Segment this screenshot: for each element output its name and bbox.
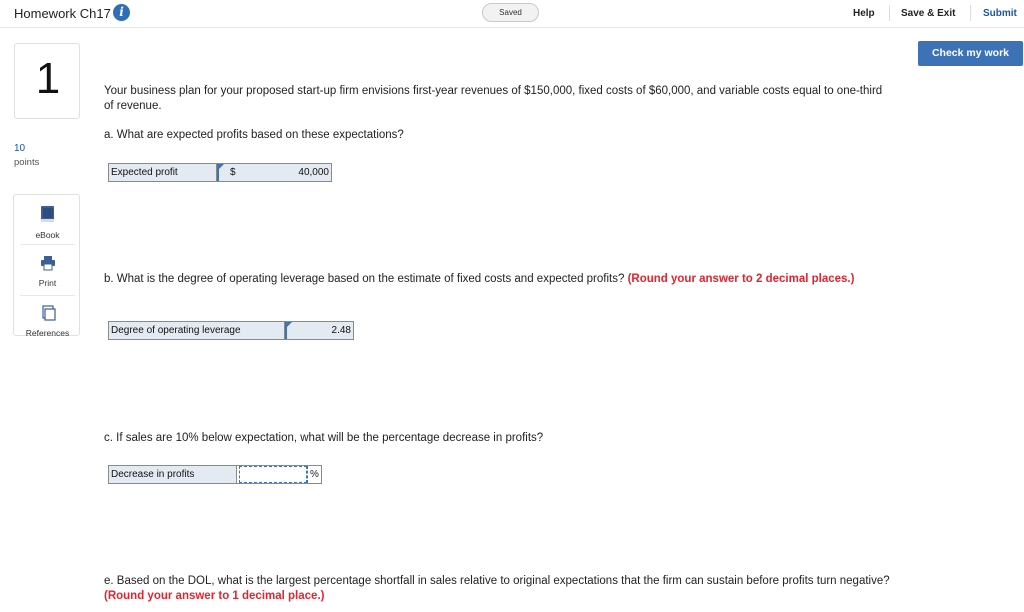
submit-link[interactable]: Submit xyxy=(983,8,1017,19)
part-b-rounding-note: (Round your answer to 2 decimal places.) xyxy=(627,273,855,285)
header-divider xyxy=(889,5,890,21)
part-e-rounding-note: (Round your answer to 1 decimal place.) xyxy=(104,590,325,602)
part-e-prompt: e. Based on the DOL, what is the largest… xyxy=(104,574,894,604)
part-b-prompt: b. What is the degree of operating lever… xyxy=(104,272,894,287)
ebook-label: eBook xyxy=(35,230,60,240)
part-c-prompt: c. If sales are 10% below expectation, w… xyxy=(104,432,544,444)
print-label: Print xyxy=(38,278,57,288)
ebook-tool[interactable]: eBook xyxy=(14,205,81,240)
part-a-answer-row: Expected profit $ 40,000 xyxy=(108,163,332,182)
part-a-answer-label: Expected profit xyxy=(109,164,217,181)
references-label: References xyxy=(25,328,70,338)
part-a-currency: $ xyxy=(217,164,245,181)
question-intro: Your business plan for your proposed sta… xyxy=(104,85,883,112)
references-tool[interactable]: References xyxy=(14,305,81,338)
check-my-work-button[interactable]: Check my work xyxy=(918,41,1023,66)
question-number: 1 xyxy=(35,54,61,103)
part-c-answer-row: Decrease in profits % xyxy=(108,465,322,484)
top-header: Homework Ch17 i Saved Help Save & Exit S… xyxy=(0,0,1024,28)
points-value: 10 xyxy=(14,143,26,154)
answer-flag-icon xyxy=(219,164,224,169)
part-b-value: 2.48 xyxy=(331,325,351,336)
percent-unit: % xyxy=(307,466,321,483)
saved-status-badge: Saved xyxy=(482,3,539,22)
assignment-title: Homework Ch17 xyxy=(14,6,111,21)
part-c-answer-label: Decrease in profits xyxy=(109,466,237,483)
header-divider xyxy=(970,5,971,21)
part-b-answer-input[interactable]: 2.48 xyxy=(285,322,353,339)
question-number-box: 1 xyxy=(14,43,80,119)
points-label: points xyxy=(14,157,40,168)
part-b-answer-label: Degree of operating leverage xyxy=(109,322,285,339)
info-icon[interactable]: i xyxy=(113,4,130,21)
part-c-answer-input[interactable] xyxy=(239,466,307,483)
part-a-answer-input[interactable]: 40,000 xyxy=(245,164,331,181)
part-e-question: e. Based on the DOL, what is the largest… xyxy=(104,575,890,587)
printer-icon xyxy=(40,256,56,275)
references-icon xyxy=(40,305,56,325)
tools-panel: eBook Print References xyxy=(13,194,81,338)
print-tool[interactable]: Print xyxy=(14,255,81,288)
part-b-question: b. What is the degree of operating lever… xyxy=(104,273,625,285)
help-link[interactable]: Help xyxy=(853,8,875,19)
book-icon xyxy=(40,206,56,227)
part-b-answer-row: Degree of operating leverage 2.48 xyxy=(108,321,354,340)
save-exit-link[interactable]: Save & Exit xyxy=(901,8,955,19)
part-a-prompt: a. What are expected profits based on th… xyxy=(104,129,404,141)
currency-symbol: $ xyxy=(230,167,236,178)
answer-flag-icon xyxy=(287,322,292,327)
tool-divider xyxy=(20,295,75,296)
tool-divider xyxy=(20,244,75,245)
